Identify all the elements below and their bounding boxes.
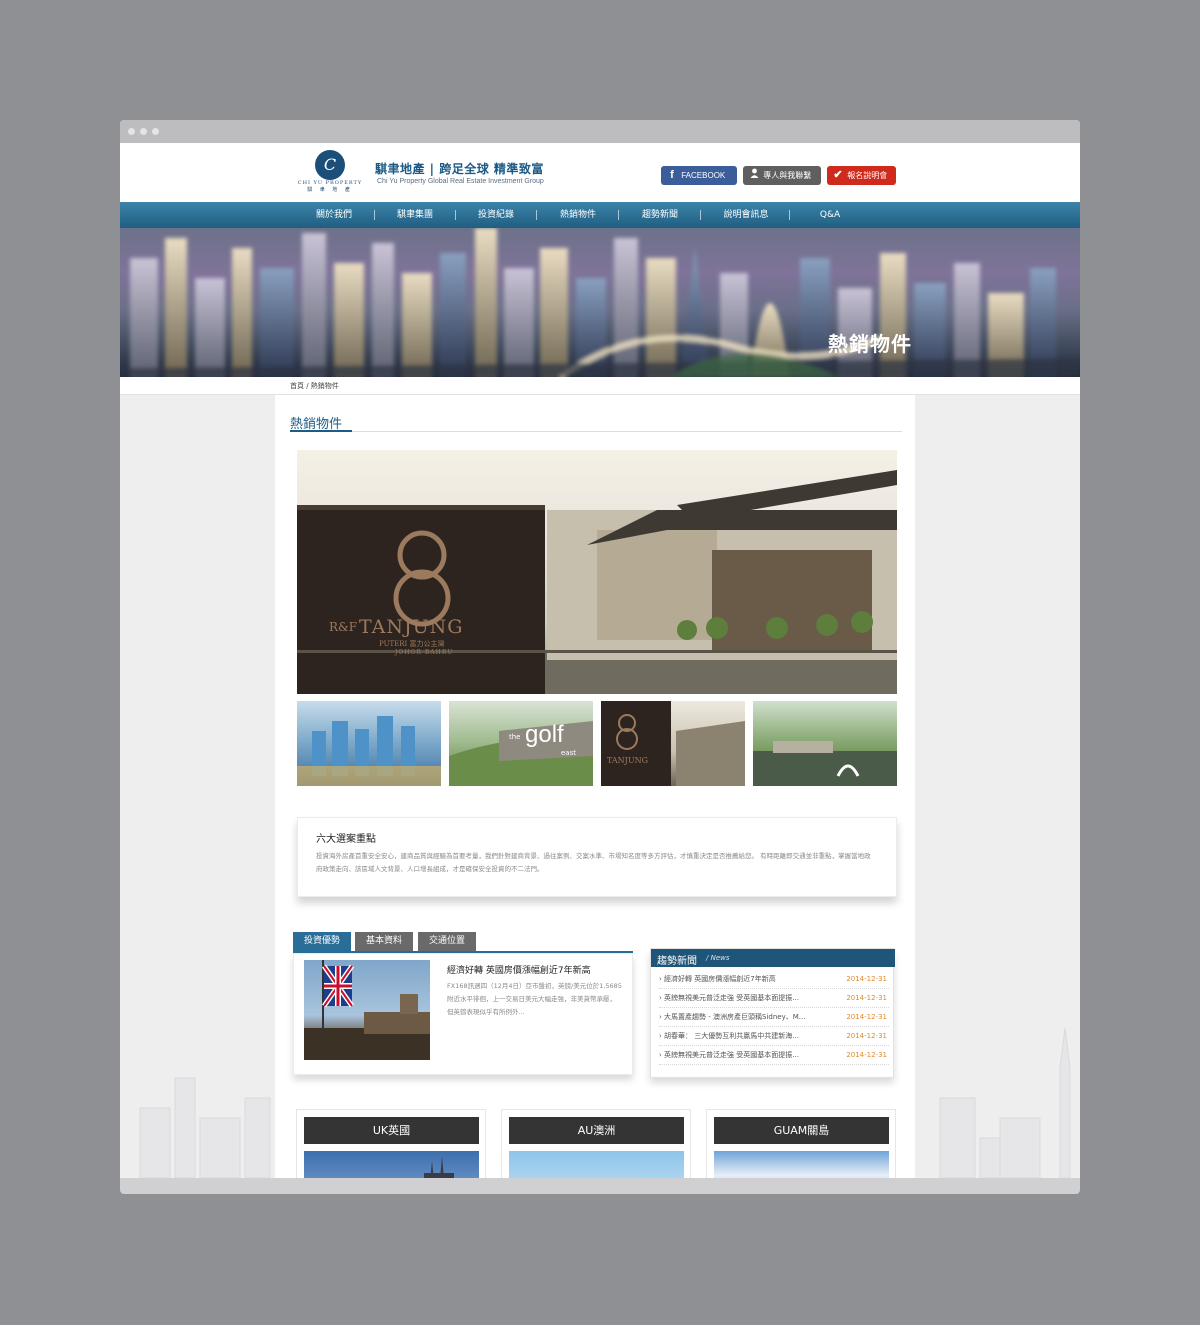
tanjung-thumb-text: TANJUNG [607,756,649,765]
news-item-title: › 英鎊無視美元普泛走強 受英國基本面提振... [659,994,799,1002]
tab-transport[interactable]: 交通位置 [418,932,476,951]
breadcrumb-bar: 首頁 / 熱銷物件 [120,377,1080,395]
nav-item-qa[interactable]: Q&A [804,202,856,228]
nav-divider [618,210,619,220]
article-image[interactable] [304,960,430,1060]
news-item[interactable]: › 胡春華： 三大優勢互利共贏馬中共建新海... 2014-12-31 [659,1027,889,1046]
region-card-uk[interactable]: UK英國 [296,1109,486,1178]
feature-body: 投資海外房產首重安全安心，建商品質與經驗為首要考量，我們針對建商背景、過往案例、… [316,852,871,873]
news-item-title: › 胡春華： 三大優勢互利共贏馬中共建新海... [659,1032,799,1040]
region-image-uk [304,1151,479,1178]
browser-title-bar [120,120,1080,143]
facebook-label: FACEBOOK [681,171,726,180]
feature-panel: 六大選案重點 投資海外房產首重安全安心，建商品質與經驗為首要考量，我們針對建商背… [297,817,897,897]
nav-divider [455,210,456,220]
nav-item-hot-properties[interactable]: 熱銷物件 [550,202,606,228]
main-nav: 關於我們 騏聿集團 投資紀錄 熱銷物件 趨勢新聞 說明會訊息 Q&A [120,202,1080,228]
news-item-date: 2014-12-31 [846,975,887,983]
window-dot-icon[interactable] [152,128,159,135]
region-label[interactable]: AU澳洲 [509,1117,684,1144]
browser-window: C CHI YU PROPERTY 騏 聿 地 產 騏聿地產 | 跨足全球 精準… [120,120,1080,1194]
thumbnail-golf-east[interactable]: the golf east [449,701,593,786]
region-image-au [509,1151,684,1178]
thumbnail-tanjung[interactable]: TANJUNG [601,701,745,786]
brand-subtitle: Chi Yu Property Global Real Estate Inves… [377,178,544,185]
sign-sub: PUTERI 富力公主灣 [379,640,445,648]
sign-brand: R&F [329,620,358,634]
user-icon [747,166,761,185]
window-dot-icon[interactable] [140,128,147,135]
news-item[interactable]: › 英鎊無視美元普泛走強 受英國基本面提振... 2014-12-31 [659,1046,889,1065]
news-item-date: 2014-12-31 [846,1051,887,1059]
tab-investment-advantages[interactable]: 投資優勢 [293,932,351,951]
golf-post-text: east [561,749,576,757]
title-accent [290,430,352,432]
golf-text: golf [525,721,564,748]
region-image-guam [714,1151,889,1178]
logo-chinese-text: 騏 聿 地 產 [307,187,353,193]
thumbnail-garden[interactable] [753,701,897,786]
news-item[interactable]: › 大馬置產趨勢 - 澳洲房產巨頭稱Sidney、M... 2014-12-31 [659,1008,889,1027]
facebook-button[interactable]: f FACEBOOK [661,166,737,185]
nav-item-seminar[interactable]: 說明會訊息 [714,202,778,228]
hero-banner: 熱銷物件 [120,228,1080,377]
brand-title: 騏聿地產 | 跨足全球 精準致富 [375,162,544,176]
page-viewport: C CHI YU PROPERTY 騏 聿 地 產 騏聿地產 | 跨足全球 精準… [120,143,1080,1178]
news-header: 趨勢新聞 / News [651,949,895,967]
region-label[interactable]: UK英國 [304,1117,479,1144]
facebook-icon: f [670,169,674,181]
region-card-guam[interactable]: GUAM關島 [706,1109,896,1178]
contact-label: 專人與我聯繫 [763,171,812,180]
tab-basic-info[interactable]: 基本資料 [355,932,413,951]
property-hero-image[interactable]: R&F TANJUNG PUTERI 富力公主灣 JOHOR BAHRU [297,450,897,694]
tanjung-puteri-photo [297,470,897,694]
article-body: FX168訊週四（12月4日）亞市盤初，英鎊/美元位於1.5685附近水平徘徊，… [447,982,622,1016]
city-skyline-image [120,228,1080,377]
region-card-au[interactable]: AU澳洲 [501,1109,691,1178]
banner-title: 熱銷物件 [828,332,912,356]
nav-divider [374,210,375,220]
news-item-date: 2014-12-31 [846,1032,887,1040]
feature-title: 六大選案重點 [316,834,376,845]
news-title: 趨勢新聞 [657,956,697,967]
news-subtitle: / News [706,954,730,962]
title-divider [290,431,902,432]
region-label[interactable]: GUAM關島 [714,1117,889,1144]
golf-pre-text: the [509,733,521,741]
article-card[interactable]: 經濟好轉 英國房價漲幅創近7年新高 FX168訊週四（12月4日）亞市盤初，英鎊… [293,953,633,1075]
news-item-title: › 英鎊無視美元普泛走強 受英國基本面提振... [659,1051,799,1059]
nav-divider [789,210,790,220]
news-item-title: › 大馬置產趨勢 - 澳洲房產巨頭稱Sidney、M... [659,1013,806,1021]
news-item-title: › 經濟好轉 英國房價漲幅創近7年新高 [659,975,776,983]
nav-divider [536,210,537,220]
checkmark-icon: ✔ [833,169,843,181]
site-header: C CHI YU PROPERTY 騏 聿 地 產 騏聿地產 | 跨足全球 精準… [120,143,1080,202]
sign-city: JOHOR BAHRU [395,649,454,656]
nav-item-investment-record[interactable]: 投資紀錄 [468,202,524,228]
news-item-date: 2014-12-31 [846,994,887,1002]
news-item[interactable]: › 經濟好轉 英國房價漲幅創近7年新高 2014-12-31 [659,970,889,989]
nav-item-group[interactable]: 騏聿集團 [387,202,443,228]
signup-button[interactable]: ✔ 報名說明會 [827,166,896,185]
window-dot-icon[interactable] [128,128,135,135]
breadcrumb[interactable]: 首頁 / 熱銷物件 [290,381,339,391]
news-item[interactable]: › 英鎊無視美元普泛走強 受英國基本面提振... 2014-12-31 [659,989,889,1008]
news-item-date: 2014-12-31 [846,1013,887,1021]
nav-item-news[interactable]: 趨勢新聞 [632,202,688,228]
logo-icon[interactable]: C [315,150,345,180]
thumbnail-city-towers[interactable] [297,701,441,786]
main-content: 熱銷物件 R&F TANJUNG PUTERI 富力公主灣 JOHOR BAHR… [275,395,915,1178]
sign-name: TANJUNG [359,616,464,638]
signup-label: 報名說明會 [847,171,888,180]
article-title[interactable]: 經濟好轉 英國房價漲幅創近7年新高 [447,963,591,976]
contact-button[interactable]: 專人與我聯繫 [743,166,821,185]
nav-item-about[interactable]: 關於我們 [306,202,362,228]
news-panel: 趨勢新聞 / News › 經濟好轉 英國房價漲幅創近7年新高 2014-12-3… [650,948,895,1078]
nav-divider [700,210,701,220]
